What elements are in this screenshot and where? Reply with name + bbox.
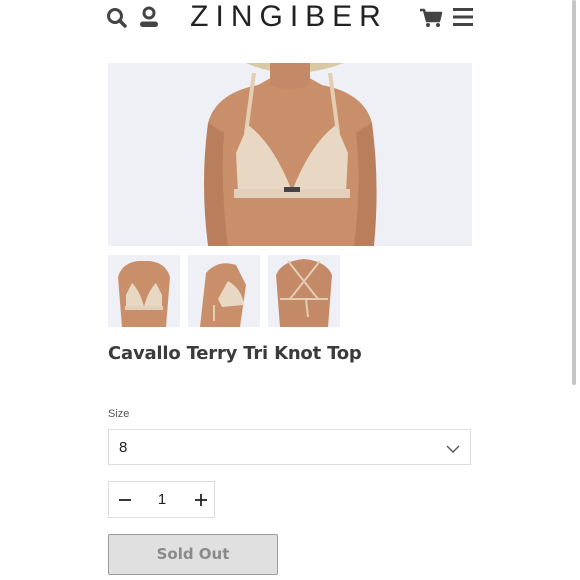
chevron-down-icon (446, 441, 460, 459)
sold-out-button[interactable]: Sold Out (108, 534, 278, 575)
cart-icon[interactable] (419, 8, 443, 28)
product-title: Cavallo Terry Tri Knot Top (108, 343, 362, 364)
product-thumbnail-front[interactable] (108, 255, 180, 327)
product-thumbnail-back[interactable] (268, 255, 340, 327)
scrollbar[interactable] (572, 0, 576, 385)
store-logo[interactable]: ZINGIBER (186, 0, 392, 34)
size-label: Size (108, 408, 130, 420)
increase-quantity-button[interactable] (191, 490, 211, 510)
product-main-image[interactable] (108, 63, 472, 246)
size-selected-value: 8 (119, 439, 128, 456)
search-icon[interactable] (106, 7, 128, 29)
quantity-stepper[interactable]: 1 (108, 481, 215, 518)
quantity-value[interactable]: 1 (153, 491, 171, 508)
decrease-quantity-button[interactable] (115, 490, 135, 510)
size-select[interactable]: 8 (108, 429, 471, 465)
menu-icon[interactable] (452, 7, 474, 27)
account-icon[interactable] (138, 6, 160, 30)
product-thumbnail-side[interactable] (188, 255, 260, 327)
